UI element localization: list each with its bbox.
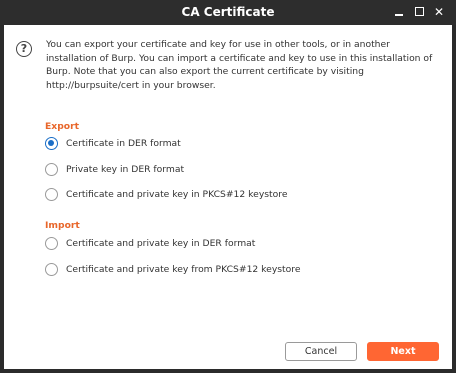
dialog-content: ? You can export your certificate and ke… xyxy=(4,25,452,369)
close-button[interactable]: ✕ xyxy=(432,5,446,19)
radio-label: Certificate in DER format xyxy=(66,137,181,149)
close-icon: ✕ xyxy=(433,5,445,19)
maximize-button[interactable] xyxy=(412,5,426,19)
minimize-button[interactable] xyxy=(392,5,406,19)
import-section-title: Import xyxy=(45,220,80,231)
cancel-button[interactable]: Cancel xyxy=(285,342,357,361)
radio-label: Certificate and private key in PKCS#12 k… xyxy=(66,188,288,200)
radio-label: Certificate and private key in DER forma… xyxy=(66,237,256,249)
radio-icon[interactable] xyxy=(45,262,58,276)
next-button[interactable]: Next xyxy=(367,342,439,361)
intro-text: You can export your certificate and key … xyxy=(46,39,433,91)
ca-certificate-window: CA Certificate ✕ ? You can export your c… xyxy=(0,0,456,373)
maximize-icon xyxy=(414,7,424,16)
export-section-title: Export xyxy=(45,121,80,132)
minimize-icon xyxy=(395,14,403,16)
export-option-key-der[interactable]: Private key in DER format xyxy=(45,161,184,177)
radio-label: Private key in DER format xyxy=(66,163,185,175)
radio-icon[interactable] xyxy=(45,162,58,176)
radio-icon[interactable] xyxy=(45,236,58,250)
title-bar[interactable]: CA Certificate ✕ xyxy=(0,0,456,25)
import-option-der[interactable]: Certificate and private key in DER forma… xyxy=(45,235,255,251)
radio-icon[interactable] xyxy=(45,187,58,201)
radio-label: Certificate and private key from PKCS#12… xyxy=(66,263,301,275)
window-title: CA Certificate xyxy=(181,5,275,19)
import-option-pkcs12[interactable]: Certificate and private key from PKCS#12… xyxy=(45,261,301,277)
radio-selected-icon[interactable] xyxy=(45,136,58,150)
export-option-pkcs12[interactable]: Certificate and private key in PKCS#12 k… xyxy=(45,186,288,202)
export-option-cert-der[interactable]: Certificate in DER format xyxy=(45,135,181,151)
help-icon: ? xyxy=(16,41,32,57)
